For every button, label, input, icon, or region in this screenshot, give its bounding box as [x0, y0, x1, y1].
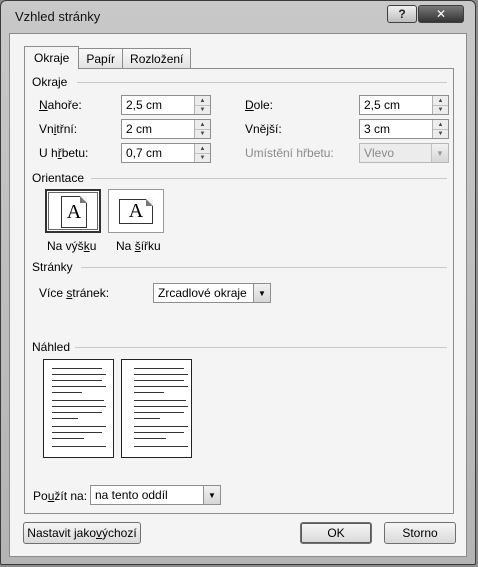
top-margin-spinner[interactable]: 2,5 cm ▲ ▼	[121, 95, 211, 115]
portrait-button[interactable]: A	[45, 189, 101, 233]
tab-strip: Okraje Papír Rozložení	[24, 46, 192, 69]
section-title-pages: Stránky	[32, 260, 73, 274]
section-title-preview: Náhled	[32, 340, 71, 354]
multiple-pages-label: Více stránek:	[39, 286, 110, 300]
bottom-margin-spinner[interactable]: 2,5 cm ▲ ▼	[359, 95, 449, 115]
section-divider	[81, 267, 447, 268]
preview-right-page	[121, 359, 192, 458]
apply-to-label: Použít na:	[33, 489, 88, 503]
spin-down-icon[interactable]: ▼	[195, 129, 210, 138]
outer-margin-label: Vnější:	[245, 122, 282, 136]
chevron-down-icon[interactable]: ▼	[253, 284, 270, 302]
inner-margin-spinner[interactable]: 2 cm ▲ ▼	[121, 119, 211, 139]
spin-down-icon[interactable]: ▼	[195, 105, 210, 114]
tab-layout[interactable]: Rozložení	[122, 48, 192, 68]
landscape-page-icon: A	[119, 199, 153, 224]
apply-to-value[interactable]: na tento oddíl	[95, 488, 168, 502]
bottom-margin-value[interactable]: 2,5 cm	[364, 98, 400, 112]
section-title-margins: Okraje	[32, 75, 68, 89]
section-divider	[77, 82, 447, 83]
chevron-down-icon[interactable]: ▼	[203, 486, 220, 504]
outer-margin-value[interactable]: 3 cm	[364, 122, 390, 136]
window-title: Vzhled stránky	[15, 9, 101, 24]
multiple-pages-select[interactable]: Zrcadlové okraje ▼	[153, 283, 271, 303]
portrait-page-icon: A	[61, 196, 87, 228]
title-bar[interactable]: Vzhled stránky ? ✕	[1, 1, 475, 31]
page-setup-dialog: Vzhled stránky ? ✕ Okraje Papír Rozložen…	[0, 0, 476, 565]
outer-margin-spinner[interactable]: 3 cm ▲ ▼	[359, 119, 449, 139]
multiple-pages-value[interactable]: Zrcadlové okraje	[158, 286, 247, 300]
tab-margins[interactable]: Okraje	[24, 46, 80, 69]
landscape-button[interactable]: A	[108, 189, 164, 233]
gutter-spinner[interactable]: 0,7 cm ▲ ▼	[121, 143, 211, 163]
preview-left-page	[43, 359, 114, 458]
inner-margin-value[interactable]: 2 cm	[126, 122, 152, 136]
apply-to-select[interactable]: na tento oddíl ▼	[90, 485, 221, 505]
gutter-position-label: Umístění hřbetu:	[245, 146, 334, 160]
close-icon: ✕	[435, 7, 447, 21]
cancel-button[interactable]: Storno	[384, 522, 456, 544]
top-margin-value[interactable]: 2,5 cm	[126, 98, 162, 112]
gutter-position-value: Vlevo	[364, 146, 395, 160]
portrait-label: Na výšku	[47, 239, 97, 253]
top-margin-label: Nahoře:	[39, 98, 82, 112]
gutter-position-select: Vlevo ▼	[359, 143, 449, 163]
spin-down-icon[interactable]: ▼	[433, 105, 448, 114]
inner-margin-label: Vnitřní:	[39, 122, 78, 136]
gutter-value[interactable]: 0,7 cm	[126, 146, 162, 160]
help-button[interactable]: ?	[387, 5, 417, 23]
bottom-margin-label: Dole:	[245, 98, 274, 112]
ok-button[interactable]: OK	[300, 522, 372, 544]
section-title-orientation: Orientace	[32, 171, 85, 185]
section-divider	[75, 347, 447, 348]
set-as-default-button[interactable]: Nastavit jako v ýchozí	[23, 522, 141, 544]
spin-down-icon[interactable]: ▼	[433, 129, 448, 138]
dialog-body: Okraje Papír Rozložení Okraje Nahoře: 2,…	[9, 33, 467, 557]
gutter-label: U hřbetu:	[39, 146, 89, 160]
tab-paper[interactable]: Papír	[78, 48, 124, 68]
chevron-down-icon: ▼	[431, 144, 448, 162]
spin-down-icon[interactable]: ▼	[195, 153, 210, 162]
tab-panel-margins: Okraje Nahoře: 2,5 cm ▲ ▼ Dole: 2,5 cm ▲ ▼…	[24, 68, 454, 514]
section-divider	[91, 178, 447, 179]
close-button[interactable]: ✕	[418, 5, 464, 23]
landscape-label: Na šířku	[116, 239, 161, 253]
